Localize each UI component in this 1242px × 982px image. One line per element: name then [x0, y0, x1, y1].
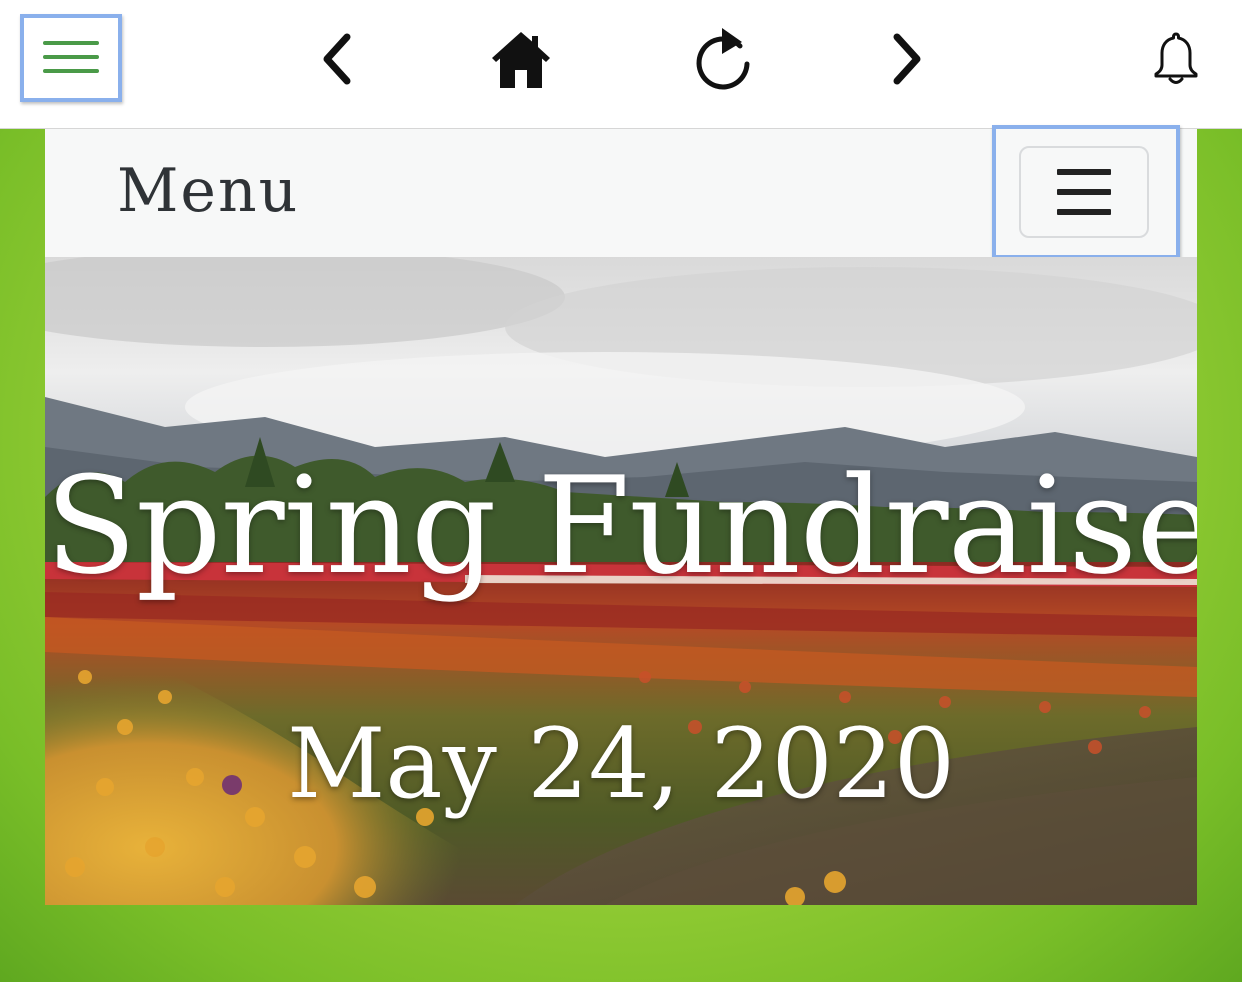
chevron-left-icon [323, 33, 351, 85]
bell-icon [1154, 32, 1198, 84]
chevron-right-icon [893, 33, 921, 85]
website-page: Menu Spring Fundraiser May 24, 2020 [45, 125, 1197, 905]
back-button[interactable] [310, 28, 362, 90]
reload-button[interactable] [692, 24, 754, 94]
navbar-brand[interactable]: Menu [117, 155, 299, 227]
browser-toolbar [0, 0, 1242, 129]
hamburger-icon [1057, 169, 1111, 215]
forward-button[interactable] [882, 28, 934, 90]
hero-banner: Spring Fundraiser May 24, 2020 [45, 257, 1197, 905]
hero-title: Spring Fundraiser [45, 448, 1197, 604]
reload-icon [696, 28, 750, 90]
site-navbar: Menu [45, 125, 1197, 259]
home-button[interactable] [488, 26, 554, 92]
notifications-button[interactable] [1148, 28, 1204, 90]
hero-date: May 24, 2020 [287, 708, 955, 820]
hamburger-icon [43, 41, 99, 73]
navbar-toggle-button[interactable] [1019, 146, 1149, 238]
home-icon [492, 32, 550, 88]
app-menu-button[interactable] [20, 14, 122, 102]
